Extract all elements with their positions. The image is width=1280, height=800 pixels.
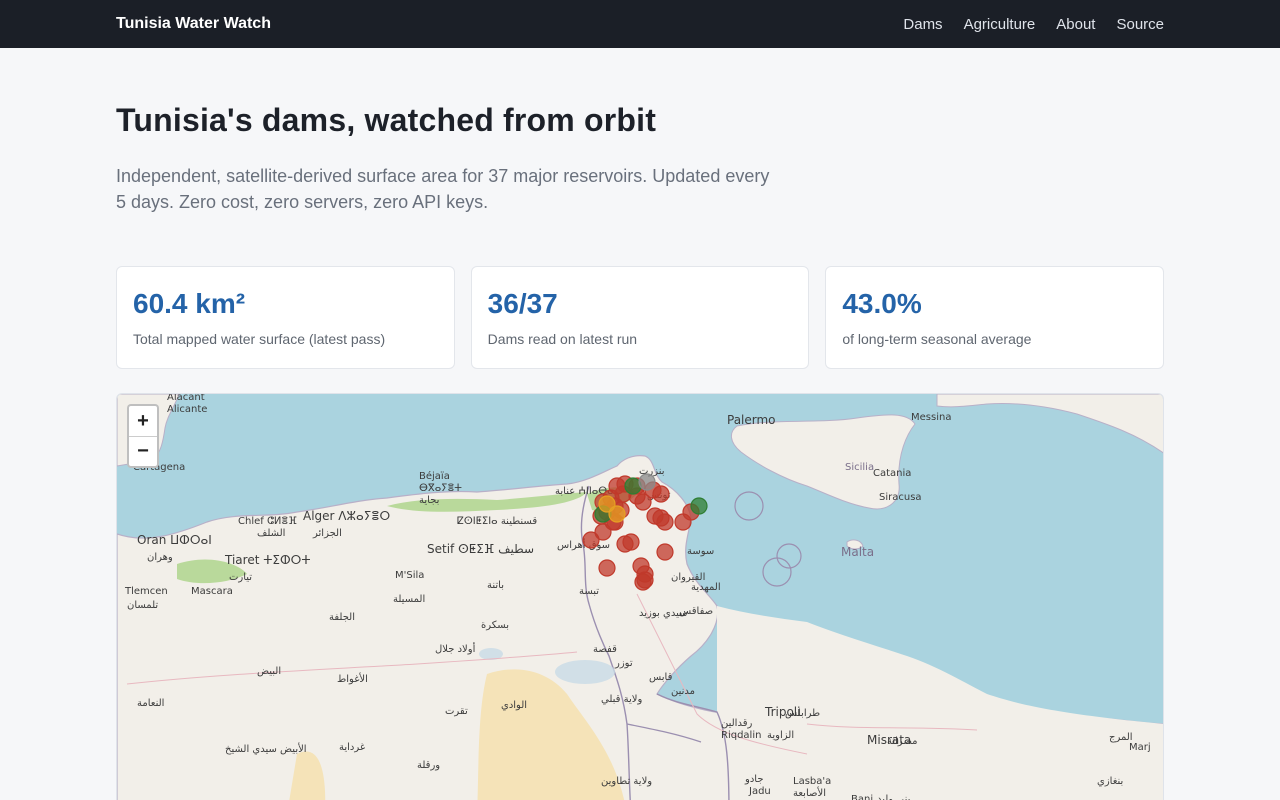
map-label: ⴱⴳⴰⵢⴻⵜ: [419, 483, 462, 494]
stat-value: 43.0%: [842, 288, 922, 319]
dam-marker[interactable]: [638, 473, 656, 491]
nav-link-agriculture[interactable]: Agriculture: [964, 16, 1036, 33]
map-label: بسكرة: [481, 620, 509, 631]
map-label: ⵇⵙⵏⵟⵉⵏⴰ قسنطينة: [457, 516, 537, 527]
map-label: Malta: [841, 545, 874, 559]
nav-link-source[interactable]: Source: [1116, 16, 1164, 33]
map-label: البيض: [257, 666, 281, 677]
land-libya: [717, 606, 1163, 800]
dam-marker[interactable]: [656, 513, 674, 531]
dam-marker[interactable]: [608, 505, 626, 523]
map-label: Oran ⵡⵀⵔⴰⵏ: [137, 533, 212, 547]
dam-marker[interactable]: [652, 485, 670, 503]
stat-label: Total mapped water surface (latest pass): [133, 331, 386, 347]
stat-card-dams-read: 36/37 Dams read on latest run: [470, 266, 810, 369]
stats-row: 60.4 km² Total mapped water surface (lat…: [116, 266, 1165, 369]
page-lead: Independent, satellite-derived surface a…: [116, 166, 770, 212]
map-label: المسيلة: [393, 594, 425, 605]
nav-link-about[interactable]: About: [1056, 16, 1095, 33]
map-label: بنغازي: [1097, 776, 1123, 787]
stat-card-surface: 60.4 km² Total mapped water surface (lat…: [116, 266, 455, 369]
page-title: Tunisia's dams, watched from orbit: [116, 102, 657, 138]
map-label: Catania: [873, 468, 911, 479]
zoom-control: + −: [127, 404, 159, 468]
dam-marker[interactable]: [690, 497, 708, 515]
map-label: Palermo: [727, 413, 776, 427]
map-label: رقدالين: [721, 718, 752, 729]
map-label: Messina: [911, 412, 951, 423]
map-label: ولاية تطاوين: [601, 776, 652, 787]
land-italy: [936, 394, 1163, 454]
map-label: Setif ⵙⵟⵉⴼ سطيف: [427, 542, 534, 556]
stat-label: of long-term seasonal average: [842, 331, 1032, 347]
nav-link-dams[interactable]: Dams: [903, 16, 942, 33]
map-label: جادو: [744, 774, 764, 785]
map-label: Lasba'a: [793, 776, 831, 787]
map-label: Siracusa: [879, 492, 922, 503]
map-label: الجزائر: [312, 528, 342, 539]
top-navbar: Tunisia Water Watch Dams Agriculture Abo…: [0, 0, 1280, 48]
map-label: قابس: [649, 672, 673, 683]
map-label: مصراتة: [887, 736, 917, 747]
map-label: Mascara: [191, 586, 233, 597]
brand-title[interactable]: Tunisia Water Watch: [116, 15, 271, 33]
stat-label: Dams read on latest run: [487, 331, 638, 347]
map-label: توزر: [614, 658, 633, 669]
map-label: Alacant: [167, 394, 205, 403]
map-label: تيارت: [229, 572, 252, 583]
map-label: Jadu: [748, 786, 771, 797]
stat-card-seasonal: 43.0% of long-term seasonal average: [825, 266, 1165, 369]
map-label: سيدي بوزيد: [639, 608, 687, 619]
map-label: النعامة: [137, 698, 164, 709]
map-label: Chlef ⵛⵍⴻⴼ: [238, 516, 297, 527]
map-label: المهدية: [691, 582, 721, 593]
dam-marker[interactable]: [656, 543, 674, 561]
map-label: المرج: [1109, 732, 1133, 743]
map-label: Bani: [851, 794, 873, 800]
map-label: Alicante: [167, 404, 207, 415]
map-label: Béjaïa: [419, 470, 450, 482]
map-label: Tlemcen: [124, 586, 168, 597]
map-label: الأغواط: [337, 672, 368, 685]
map-label: Tiaret ⵜⵉⵀⵔⵜ: [224, 553, 311, 567]
stat-value: 60.4 km²: [133, 288, 246, 319]
map-label: ورقلة: [417, 760, 440, 771]
map-label: تبسة: [579, 586, 599, 597]
map-label: الأبيض سيدي الشيخ: [225, 742, 307, 755]
map-label: تلمسان: [127, 600, 158, 611]
dam-marker[interactable]: [598, 559, 616, 577]
map-label: Alger ⴷⵣⴰⵢⴻⵔ: [303, 509, 390, 523]
map-label: وهران: [147, 552, 173, 563]
map-label: مدنين: [671, 686, 695, 697]
map-label: ولاية قبلي: [601, 694, 642, 705]
dam-marker[interactable]: [636, 571, 654, 589]
map-label: تقرت: [445, 706, 468, 717]
zoom-out-button[interactable]: −: [129, 436, 157, 466]
map-label: قفصة: [593, 644, 617, 655]
map-label: غرداية: [339, 742, 365, 753]
nav-links: Dams Agriculture About Source: [903, 16, 1164, 33]
map-label: باتنة: [487, 580, 504, 591]
dam-marker[interactable]: [622, 533, 640, 551]
map-label: الزاوية: [767, 730, 794, 741]
map-label: أولاد جلال: [435, 642, 476, 655]
map-label: الجلفة: [329, 612, 355, 623]
main-content: Tunisia's dams, watched from orbit Indep…: [0, 102, 1280, 800]
salt-lake: [555, 660, 615, 684]
map-label: بجاية: [419, 495, 439, 506]
map-label: الأصابعة: [793, 786, 826, 799]
map-label: طرابلس: [785, 708, 820, 719]
map-label: بني وليد: [877, 794, 910, 800]
map-label: Sicilia: [845, 462, 874, 473]
map-label: Marj: [1129, 742, 1151, 753]
zoom-in-button[interactable]: +: [129, 406, 157, 436]
stat-value: 36/37: [487, 288, 558, 319]
map-label: الوادي: [501, 700, 527, 711]
map-label: الشلف: [257, 528, 285, 539]
map-canvas: AlacantAlicanteCartagenaOran ⵡⵀⵔⴰⵏوهران T…: [117, 394, 1163, 800]
map-label: M'Sila: [395, 570, 424, 581]
map-label: Riqdalin: [721, 730, 761, 741]
dam-map[interactable]: + − Alacant Alicante Cartagena Oran ⵡⵀⵔⴰ…: [116, 393, 1164, 800]
map-label: سوسة: [687, 546, 714, 557]
